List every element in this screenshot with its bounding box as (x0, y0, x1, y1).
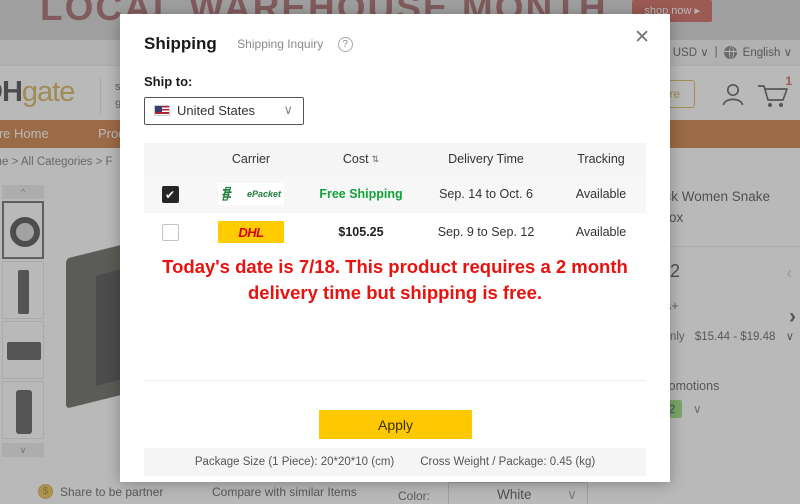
sort-icon[interactable]: ⇅ (372, 154, 380, 164)
annotation-overlay: Today's date is 7/18. This product requi… (120, 254, 670, 306)
row-delivery-cell: Sep. 14 to Oct. 6 (439, 187, 533, 201)
row-tracking-cell: Available (575, 187, 627, 201)
country-select-chevron-down-icon: ∨ (283, 102, 293, 117)
row-cost-cell: $105.25 (306, 225, 416, 239)
header-cost-label: Cost (342, 152, 369, 166)
shipping-method-checkbox[interactable]: ✔ (161, 185, 179, 203)
row-cost-value: Free Shipping (319, 187, 403, 201)
table-header-row: Carrier Cost ⇅ Delivery Time Tracking (144, 143, 646, 175)
country-select-value: United States (177, 103, 256, 118)
row-carrier-cell: DHL (196, 221, 306, 243)
row-cost-value: $105.25 (338, 225, 384, 239)
row-carrier-cell: ePacket (196, 183, 306, 205)
close-icon[interactable]: ✕ (634, 28, 650, 47)
screenshot-root: LOCAL WAREHOUSE MONTH shop now ▸ tes / U… (0, 0, 800, 504)
header-delivery-time: Delivery Time (448, 152, 524, 166)
table-row[interactable]: ✔ ePacket Free Shipping Sep. 14 to Oct. … (144, 175, 646, 213)
country-select[interactable]: United States ∨ (144, 97, 304, 125)
modal-divider (144, 380, 646, 381)
row-delivery-cell: Sep. 9 to Sep. 12 (437, 225, 535, 239)
row-tracking-cell: Available (575, 225, 627, 239)
ship-to-label: Ship to: (144, 74, 193, 89)
us-flag-icon (154, 105, 170, 116)
annotation-line-2: delivery time but shipping is free. (247, 282, 542, 303)
row-select-cell[interactable] (144, 223, 196, 241)
help-icon[interactable]: ? (337, 36, 353, 52)
flag-canton (155, 106, 162, 112)
dhl-logo-text: DHL (238, 224, 264, 240)
modal-footer: Package Size (1 Piece): 20*20*10 (cm) Cr… (144, 448, 646, 476)
row-select-cell[interactable]: ✔ (144, 185, 196, 203)
header-cost[interactable]: Cost ⇅ (306, 152, 416, 166)
modal-header: Shipping Shipping Inquiry ? ✕ (120, 14, 670, 54)
epacket-logo-text: ePacket (246, 189, 281, 199)
header-tracking: Tracking (577, 152, 625, 166)
shipping-inquiry-link[interactable]: Shipping Inquiry (237, 37, 323, 51)
table-row[interactable]: DHL $105.25 Sep. 9 to Sep. 12 Available (144, 213, 646, 251)
annotation-line-1: Today's date is 7/18. This product requi… (162, 256, 628, 277)
modal-title: Shipping (144, 34, 217, 53)
shipping-method-checkbox[interactable] (161, 223, 179, 241)
epacket-mark-icon (222, 186, 232, 201)
shipping-modal: Shipping Shipping Inquiry ? ✕ Ship to: U… (120, 14, 670, 482)
apply-button[interactable]: Apply (319, 410, 472, 439)
row-cost-cell: Free Shipping (306, 187, 416, 201)
package-size-text: Package Size (1 Piece): 20*20*10 (cm) (194, 456, 395, 468)
epacket-logo: ePacket (218, 183, 284, 205)
dhl-logo: DHL (218, 221, 284, 243)
header-carrier: Carrier (231, 152, 271, 166)
gross-weight-text: Cross Weight / Package: 0.45 (kg) (420, 456, 596, 468)
shipping-methods-table: Carrier Cost ⇅ Delivery Time Tracking ✔ e… (144, 143, 646, 251)
